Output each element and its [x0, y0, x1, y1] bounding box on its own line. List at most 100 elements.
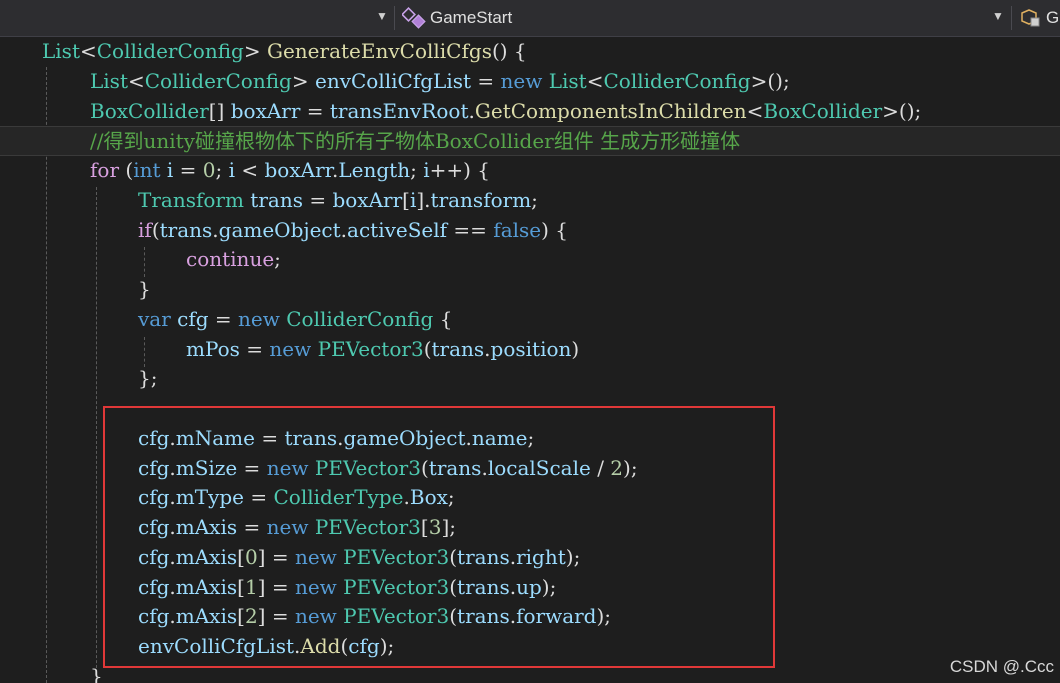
code-token: mName	[175, 425, 255, 450]
method-icon	[402, 7, 426, 29]
code-token: ] =	[257, 574, 295, 599]
navigation-bar: ▼ GameStart ▼ G	[0, 0, 1060, 37]
code-token: trans	[431, 336, 485, 361]
code-line[interactable]: cfg.mAxis[1] = new PEVector3(trans.up);	[0, 573, 1060, 603]
code-token: >();	[882, 98, 922, 123]
member-dropdown-label[interactable]: GameStart	[430, 8, 512, 28]
code-token: cfg	[138, 485, 170, 510]
member-dropdown-arrow-icon[interactable]: ▼	[992, 9, 1004, 23]
code-token: 0	[244, 544, 258, 569]
code-line[interactable]: cfg.mAxis[0] = new PEVector3(trans.right…	[0, 543, 1060, 573]
code-token: )	[571, 336, 580, 361]
code-line[interactable]: };	[0, 364, 1060, 394]
code-token: boxArr	[264, 158, 333, 182]
code-token: PEVector3	[317, 336, 424, 361]
code-line[interactable]: for (int i = 0; i < boxArr.Length; i++) …	[0, 156, 1060, 186]
code-line[interactable]: continue;	[0, 245, 1060, 275]
code-token: gameObject	[218, 217, 341, 242]
code-token: <	[586, 68, 604, 93]
code-token: <	[235, 158, 265, 182]
code-token: cfg	[138, 425, 170, 450]
code-line[interactable]: cfg.mSize = new PEVector3(trans.localSca…	[0, 454, 1060, 484]
code-line[interactable]: Transform trans = boxArr[i].transform;	[0, 186, 1060, 216]
code-token: localScale	[487, 455, 591, 480]
code-token: =	[471, 68, 501, 93]
code-token: mAxis	[175, 544, 238, 569]
code-line[interactable]: cfg.mType = ColliderType.Box;	[0, 483, 1060, 513]
code-line[interactable]: List<ColliderConfig> GenerateEnvColliCfg…	[0, 37, 1060, 67]
code-token: cfg	[138, 544, 170, 569]
code-token: for	[90, 158, 120, 182]
code-line[interactable]: cfg.mAxis = new PEVector3[3];	[0, 513, 1060, 543]
code-token: ;	[274, 247, 281, 272]
code-token: cfg	[177, 306, 209, 331]
code-line[interactable]: envColliCfgList.Add(cfg);	[0, 632, 1060, 662]
code-token: Box	[409, 485, 448, 510]
code-token: new	[266, 515, 309, 539]
code-line[interactable]: }	[0, 662, 1060, 683]
code-token: PEVector3	[343, 544, 450, 569]
code-token: ColliderConfig	[603, 68, 751, 93]
code-token: new	[238, 306, 280, 331]
code-token: {	[433, 306, 453, 331]
code-token: forward	[516, 604, 597, 629]
code-token: [	[237, 574, 245, 599]
code-line[interactable]: var cfg = new ColliderConfig {	[0, 305, 1060, 335]
code-line[interactable]: List<ColliderConfig> envColliCfgList = n…	[0, 67, 1060, 97]
code-line[interactable]: if(trans.gameObject.activeSelf == false)…	[0, 216, 1060, 246]
code-token: <	[127, 68, 145, 93]
code-token: mAxis	[175, 604, 238, 629]
code-token: cfg	[138, 515, 170, 539]
code-token: right	[516, 544, 566, 569]
code-token: envColliCfgList	[138, 634, 295, 658]
code-token: ColliderConfig	[96, 39, 244, 63]
code-token: =	[244, 485, 274, 510]
watermark: CSDN @.Ccc	[949, 657, 1054, 676]
type-dropdown-arrow-icon[interactable]: ▼	[376, 9, 388, 23]
code-token: new	[266, 455, 309, 480]
code-token: =	[300, 98, 330, 123]
code-token: transform	[430, 187, 532, 212]
code-token: ];	[441, 515, 456, 539]
code-token: (	[449, 604, 458, 629]
code-line[interactable]: cfg.mName = trans.gameObject.name;	[0, 424, 1060, 454]
code-token: [	[237, 604, 245, 629]
code-line[interactable]: }	[0, 275, 1060, 305]
code-token: if	[138, 217, 152, 242]
code-token: new	[500, 68, 543, 93]
code-line[interactable]: mPos = new PEVector3(trans.position)	[0, 335, 1060, 365]
code-token: new	[269, 336, 312, 361]
code-token: (	[119, 158, 134, 182]
code-token: [	[237, 544, 245, 569]
code-token: ;	[215, 158, 229, 182]
code-token: );	[596, 604, 612, 629]
code-token: (	[423, 336, 432, 361]
code-line[interactable]: cfg.mAxis[2] = new PEVector3(trans.forwa…	[0, 602, 1060, 632]
code-line[interactable]: BoxCollider[] boxArr = transEnvRoot.GetC…	[0, 97, 1060, 127]
code-line[interactable]: //得到unity碰撞根物体下的所有子物体BoxCollider组件 生成方形碰…	[0, 126, 1060, 156]
code-token: int	[133, 158, 161, 182]
code-token: () {	[491, 39, 527, 63]
code-token: mSize	[175, 455, 238, 480]
code-token: PEVector3	[343, 604, 450, 629]
code-token: <	[746, 98, 764, 123]
code-editor[interactable]: List<ColliderConfig> GenerateEnvColliCfg…	[0, 37, 1060, 683]
code-token: /	[590, 455, 611, 480]
code-token: GetComponentsInChildren	[474, 98, 747, 123]
right-dropdown-label[interactable]: G	[1046, 8, 1059, 28]
code-token: trans	[284, 425, 338, 450]
code-token: BoxCollider	[90, 98, 209, 123]
nav-divider	[394, 6, 395, 30]
code-token: ] =	[257, 544, 295, 569]
code-token: );	[565, 544, 581, 569]
code-token: cfg	[348, 634, 380, 658]
code-token: trans	[457, 604, 510, 629]
code-token: gameObject	[343, 425, 466, 450]
code-token: ].	[416, 187, 431, 212]
code-token: >	[243, 39, 267, 63]
code-token: =	[254, 425, 285, 450]
code-token: trans	[250, 187, 303, 212]
code-token: new	[294, 574, 337, 599]
code-line[interactable]	[0, 394, 1060, 424]
code-token: ;	[447, 485, 455, 510]
